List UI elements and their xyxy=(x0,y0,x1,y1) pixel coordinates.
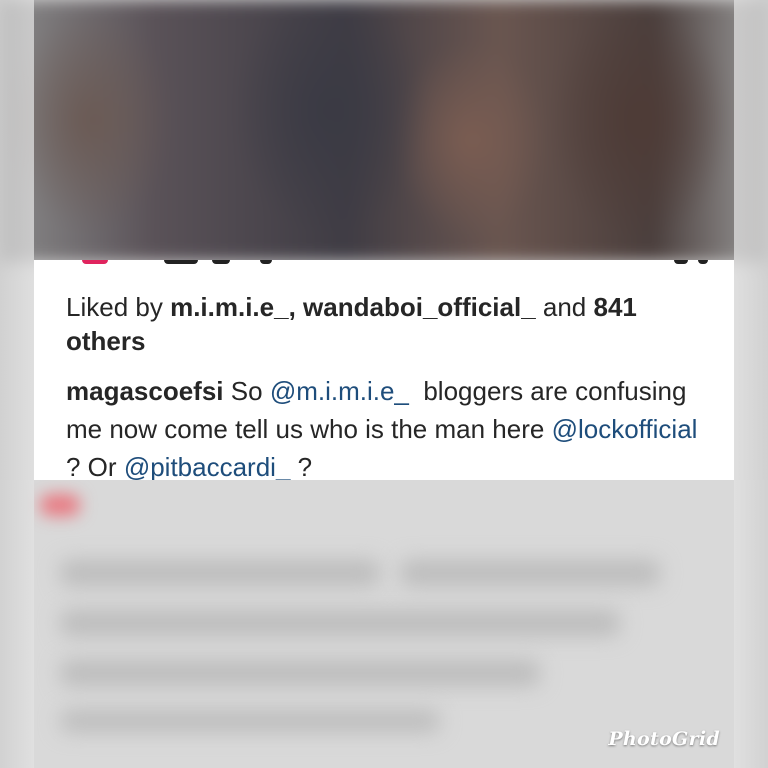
liked-and-label: and xyxy=(542,292,587,322)
mention-link[interactable]: @pitbaccardi_ xyxy=(124,452,291,480)
comment-crop-panel: Liked by m.i.m.i.e_, wandaboi_official_ … xyxy=(34,260,734,480)
photogrid-watermark: PhotoGrid xyxy=(608,728,720,750)
blurred-text-line xyxy=(400,560,660,586)
mention-link[interactable]: @m.i.m.i.e_ xyxy=(270,376,409,406)
blurred-text-line xyxy=(60,560,380,586)
likes-summary: Liked by m.i.m.i.e_, wandaboi_official_ … xyxy=(66,290,706,358)
liker-link[interactable]: wandaboi_official_ xyxy=(303,292,536,322)
blurred-heart-icon xyxy=(40,494,80,516)
comment-text: magascoefsi So @m.i.m.i.e_ bloggers are … xyxy=(66,372,716,480)
blurred-text-line xyxy=(60,710,440,732)
frame-edge-right xyxy=(734,0,768,768)
photo-collage: Liked by m.i.m.i.e_, wandaboi_official_ … xyxy=(0,0,768,768)
comment-text-part: ? Or xyxy=(66,452,117,480)
liked-by-label: Liked by xyxy=(66,292,163,322)
comment-text-part: So xyxy=(230,376,263,406)
cropped-text-remnant xyxy=(34,260,734,268)
comment-username[interactable]: magascoefsi xyxy=(66,376,224,406)
blurred-text-line xyxy=(60,610,620,636)
mention-link[interactable]: @lockofficial xyxy=(552,414,698,444)
liker-link[interactable]: m.i.m.i.e_, xyxy=(170,292,296,322)
comment-text-part: ? xyxy=(297,452,313,480)
blurred-photo-background xyxy=(0,0,768,262)
blurred-text-line xyxy=(60,660,540,686)
blurred-lower-background xyxy=(0,480,768,768)
frame-edge-left xyxy=(0,0,34,768)
